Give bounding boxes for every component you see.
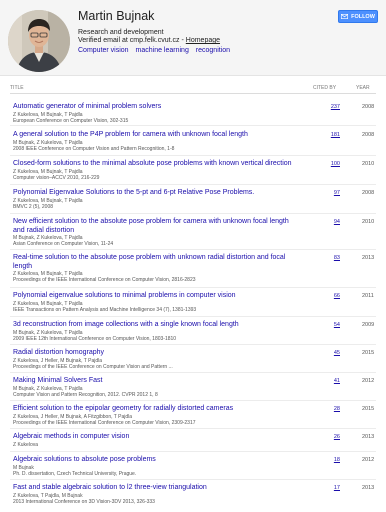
profile-name: Martin Bujnak <box>78 9 155 23</box>
interest-link-machine-learning[interactable]: machine learning <box>136 47 189 54</box>
article-title-link[interactable]: Closed-form solutions to the minimal abs… <box>13 160 297 169</box>
profile-email: Verified email at cmp.felk.cvut.cz - Hom… <box>78 37 220 44</box>
table-row: Polynomial Eigenvalue Solutions to the 5… <box>10 189 376 214</box>
article-authors: Z Kukelova <box>13 442 39 448</box>
publication-year: 2008 <box>362 104 375 110</box>
homepage-link[interactable]: Homepage <box>186 37 220 44</box>
article-venue: Proceedings of the IEEE International Co… <box>13 420 196 426</box>
article-title-link[interactable]: Polynomial Eigenvalue Solutions to the 5… <box>13 189 297 198</box>
cited-by-count[interactable]: 66 <box>328 293 340 299</box>
article-title-link[interactable]: Real-time solution to the absolute pose … <box>13 254 297 271</box>
cited-by-count[interactable]: 41 <box>328 378 340 384</box>
table-row: Algebraic methods in computer vision Z K… <box>10 433 376 452</box>
research-interests: Computer vision machine learning recogni… <box>78 47 235 54</box>
table-row: A general solution to the P4P problem fo… <box>10 131 376 156</box>
cited-by-count[interactable]: 181 <box>328 132 340 138</box>
cited-by-count[interactable]: 237 <box>328 104 340 110</box>
article-venue: BMVC 2 (5), 2008 <box>13 204 54 210</box>
profile-affiliation: Research and development <box>78 29 164 36</box>
table-row: 3d reconstruction from image collections… <box>10 321 376 345</box>
publication-year: 2012 <box>362 378 375 384</box>
article-venue: IEEE Transactions on Pattern Analysis an… <box>13 307 197 313</box>
publication-year: 2015 <box>362 350 375 356</box>
article-venue: Asian Conference on Computer Vision, 11-… <box>13 241 114 247</box>
publication-year: 2013 <box>362 255 375 261</box>
avatar[interactable] <box>8 10 70 72</box>
table-row: Algebraic solutions to absolute pose pro… <box>10 456 376 480</box>
article-title-link[interactable]: Algebraic solutions to absolute pose pro… <box>13 456 297 465</box>
cited-by-count[interactable]: 54 <box>328 322 340 328</box>
publication-year: 2013 <box>362 434 375 440</box>
article-title-link[interactable]: Algebraic methods in computer vision <box>13 433 297 442</box>
column-header-year[interactable]: YEAR <box>356 85 370 91</box>
table-row: Real-time solution to the absolute pose … <box>10 254 376 288</box>
article-venue: Computer vision–ACCV 2010, 216-229 <box>13 175 100 181</box>
table-row: Radial distortion homography Z Kukelova,… <box>10 349 376 373</box>
interest-link-recognition[interactable]: recognition <box>196 47 230 54</box>
publication-year: 2010 <box>362 219 375 225</box>
profile-header: Martin Bujnak Research and development V… <box>0 0 386 76</box>
article-venue: Ph. D. dissertation, Czech Technical Uni… <box>13 471 137 477</box>
article-title-link[interactable]: Fast and stable algebraic solution to l2… <box>13 484 297 493</box>
table-row: Efficient solution to the epipolar geome… <box>10 405 376 429</box>
article-title-link[interactable]: New efficient solution to the absolute p… <box>13 218 297 235</box>
table-row: New efficient solution to the absolute p… <box>10 218 376 250</box>
interest-link-computer-vision[interactable]: Computer vision <box>78 47 129 54</box>
publication-year: 2009 <box>362 322 375 328</box>
article-title-link[interactable]: Radial distortion homography <box>13 349 297 358</box>
publication-year: 2013 <box>362 485 375 491</box>
follow-button[interactable]: FOLLOW <box>338 10 378 23</box>
article-title-link[interactable]: Polynomial eigenvalue solutions to minim… <box>13 292 297 301</box>
publication-year: 2008 <box>362 190 375 196</box>
article-venue: Proceedings of the IEEE International Co… <box>13 277 196 283</box>
article-venue: Computer Vision and Pattern Recognition,… <box>13 392 158 398</box>
cited-by-count[interactable]: 45 <box>328 350 340 356</box>
table-row: Closed-form solutions to the minimal abs… <box>10 160 376 185</box>
cited-by-count[interactable]: 97 <box>328 190 340 196</box>
article-title-link[interactable]: Making Minimal Solvers Fast <box>13 377 297 386</box>
cited-by-count[interactable]: 28 <box>328 406 340 412</box>
cited-by-count[interactable]: 94 <box>328 219 340 225</box>
follow-label: FOLLOW <box>351 13 375 20</box>
publication-year: 2011 <box>362 293 374 299</box>
table-row: Fast and stable algebraic solution to l2… <box>10 484 376 508</box>
table-row: Polynomial eigenvalue solutions to minim… <box>10 292 376 317</box>
article-venue: 2008 IEEE Conference on Computer Vision … <box>13 146 175 152</box>
envelope-icon <box>341 14 349 19</box>
article-title-link[interactable]: Efficient solution to the epipolar geome… <box>13 405 297 414</box>
email-text: Verified email at cmp.felk.cvut.cz - <box>78 37 186 44</box>
table-row: Automatic generator of minimal problem s… <box>10 103 376 126</box>
column-header-cited-by[interactable]: CITED BY <box>313 85 336 91</box>
article-title-link[interactable]: Automatic generator of minimal problem s… <box>13 103 297 112</box>
article-venue: 2013 International Conference on 3D Visi… <box>13 499 155 505</box>
article-venue: 2009 IEEE 12th International Conference … <box>13 336 177 342</box>
cited-by-count[interactable]: 83 <box>328 255 340 261</box>
publication-year: 2015 <box>362 406 375 412</box>
cited-by-count[interactable]: 26 <box>328 434 340 440</box>
publication-year: 2008 <box>362 132 375 138</box>
article-venue: Proceedings of the IEEE Conference on Co… <box>13 364 173 370</box>
cited-by-count[interactable]: 17 <box>328 485 340 491</box>
article-title-link[interactable]: A general solution to the P4P problem fo… <box>13 131 297 140</box>
cited-by-count[interactable]: 100 <box>328 161 340 167</box>
cited-by-count[interactable]: 18 <box>328 457 340 463</box>
article-title-link[interactable]: 3d reconstruction from image collections… <box>13 321 297 330</box>
table-row: Making Minimal Solvers Fast M Bujnak, Z … <box>10 377 376 401</box>
profile-photo-icon <box>8 10 70 72</box>
articles-table-header: TITLE CITED BY YEAR <box>10 84 376 94</box>
article-venue: European Conference on Computer Vision, … <box>13 118 129 124</box>
column-header-title[interactable]: TITLE <box>10 85 24 91</box>
publication-year: 2012 <box>362 457 375 463</box>
publication-year: 2010 <box>362 161 375 167</box>
